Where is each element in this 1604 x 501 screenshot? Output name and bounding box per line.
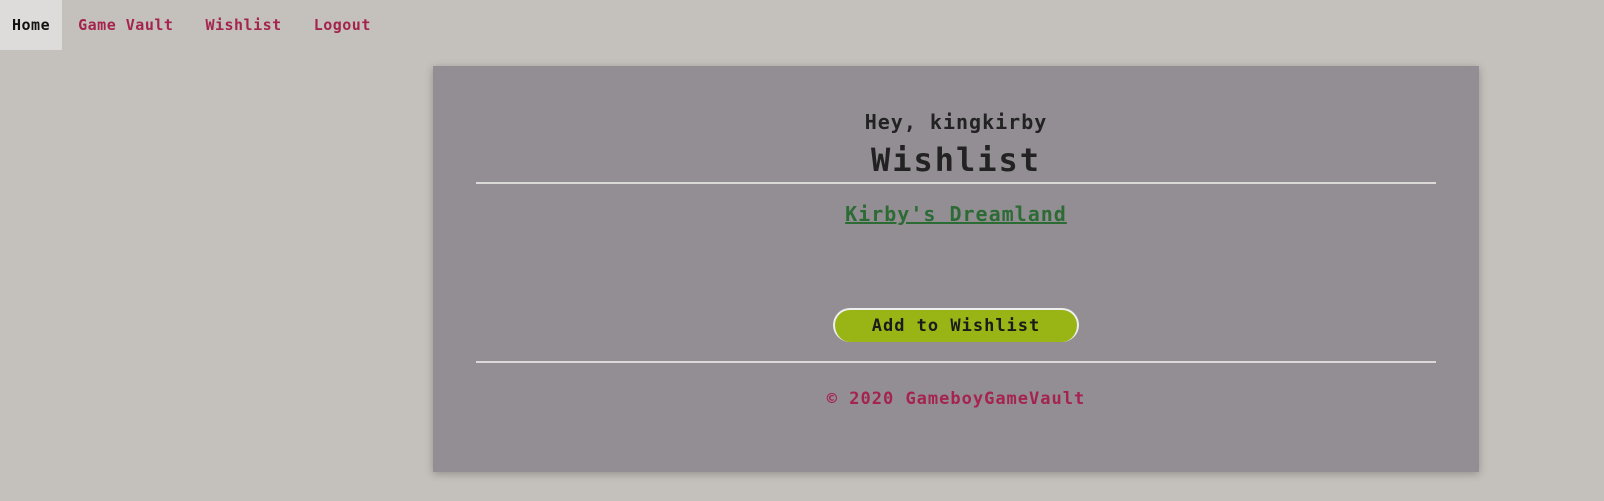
nav-wishlist[interactable]: Wishlist [189, 0, 297, 50]
top-navigation: Home Game Vault Wishlist Logout [0, 0, 387, 50]
wishlist-item-link[interactable]: Kirby's Dreamland [476, 202, 1436, 226]
page-title: Wishlist [870, 141, 1042, 179]
add-to-wishlist-button[interactable]: Add to Wishlist [833, 308, 1079, 342]
wishlist-panel: Hey, kingkirby Wishlist Kirby's Dreamlan… [433, 66, 1479, 472]
button-container: Add to Wishlist [476, 308, 1436, 342]
bottom-divider [476, 361, 1436, 363]
top-divider [476, 182, 1436, 184]
nav-logout[interactable]: Logout [298, 0, 387, 50]
nav-game-vault[interactable]: Game Vault [62, 0, 189, 50]
footer-copyright: © 2020 GameboyGameVault [826, 389, 1086, 409]
nav-home[interactable]: Home [0, 0, 63, 50]
user-greeting: Hey, kingkirby [864, 110, 1048, 134]
